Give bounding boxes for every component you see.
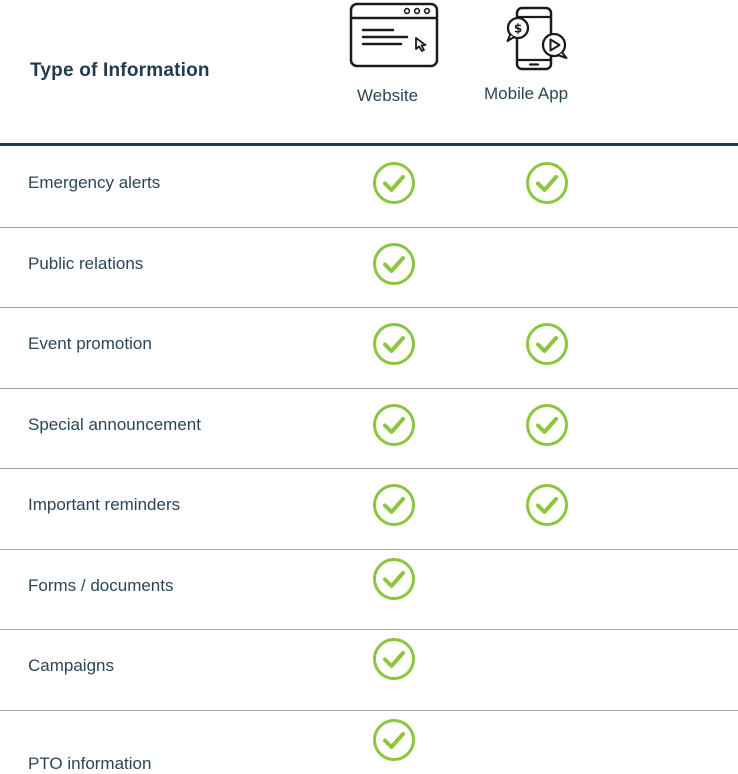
mobile-app-column-label: Mobile App <box>484 84 569 103</box>
check-circle-icon <box>525 322 569 366</box>
check-circle-icon <box>372 557 416 601</box>
row-label: PTO information <box>28 753 152 773</box>
table-row: PTO information <box>0 710 738 773</box>
check-circle-icon <box>372 718 416 762</box>
browser-window-icon <box>349 2 439 73</box>
check-circle-icon <box>372 637 416 681</box>
row-label: Event promotion <box>28 334 152 353</box>
check-circle-icon <box>525 483 569 527</box>
table-row: Emergency alerts <box>0 146 738 228</box>
table-row: Special announcement <box>0 388 738 469</box>
table-row: Campaigns <box>0 629 738 711</box>
table-row: Public relations <box>0 227 738 308</box>
check-circle-icon <box>525 161 569 205</box>
table-header: Type of Information Website $ Mobile App <box>0 0 738 143</box>
check-circle-icon <box>372 161 416 205</box>
website-column-label: Website <box>357 86 419 105</box>
row-label: Public relations <box>28 253 144 273</box>
row-label: Forms / documents <box>28 575 174 595</box>
table-row: Event promotion <box>0 307 738 389</box>
check-circle-icon <box>525 403 569 447</box>
check-circle-icon <box>372 483 416 527</box>
type-of-information-heading: Type of Information <box>30 60 210 81</box>
row-label: Important reminders <box>28 495 181 514</box>
row-label: Campaigns <box>28 656 114 675</box>
table-row: Important reminders <box>0 468 738 550</box>
check-circle-icon <box>372 242 416 286</box>
row-label: Emergency alerts <box>28 173 161 192</box>
svg-text:$: $ <box>514 22 522 36</box>
mobile-app-icon: $ <box>505 6 571 77</box>
check-circle-icon <box>372 403 416 447</box>
check-circle-icon <box>372 322 416 366</box>
table-row: Forms / documents <box>0 549 738 630</box>
row-label: Special announcement <box>28 414 201 434</box>
